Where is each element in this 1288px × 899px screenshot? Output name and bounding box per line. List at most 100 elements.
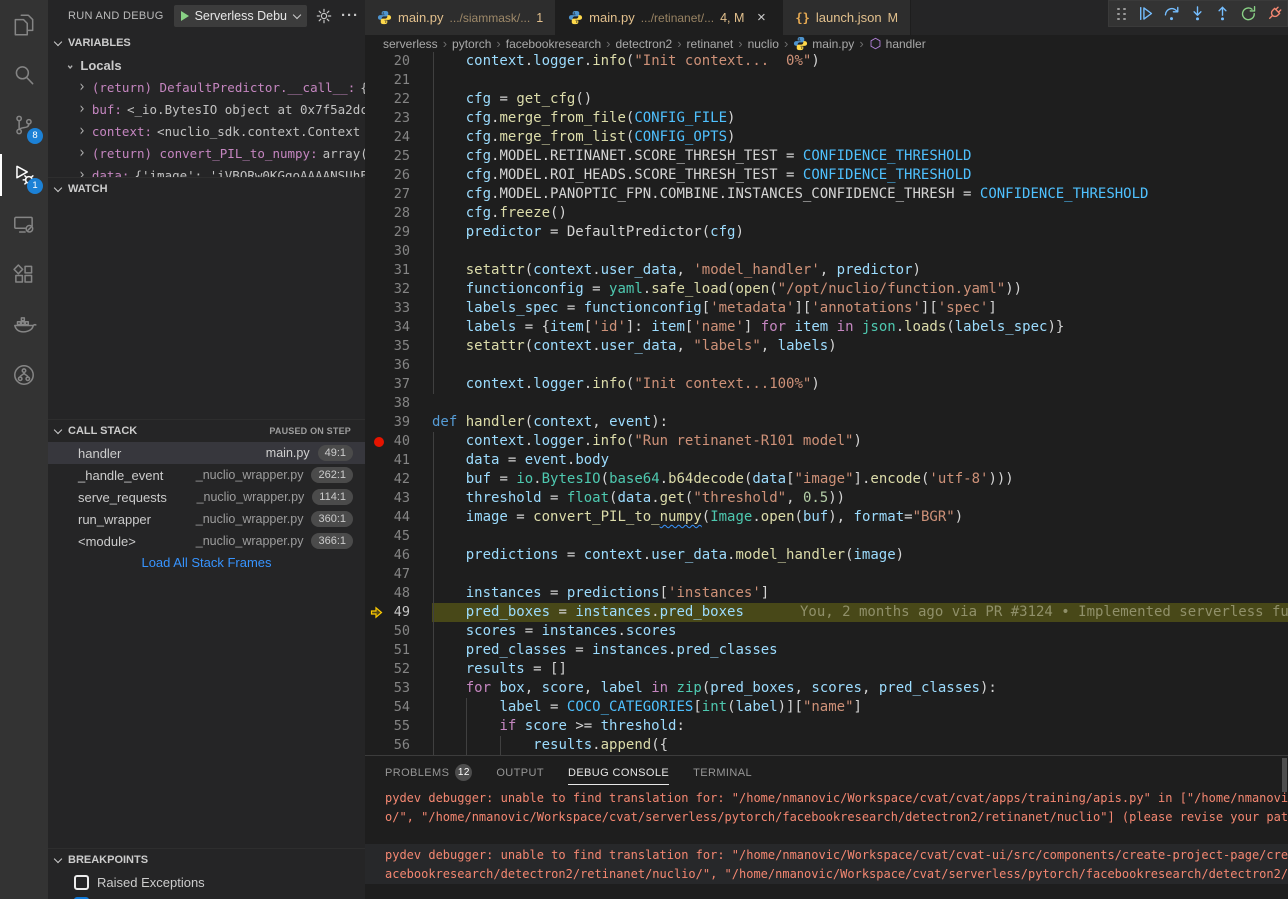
code-line-content[interactable]: predictor = DefaultPredictor(cfg) bbox=[432, 223, 1288, 242]
line-number[interactable]: 33 bbox=[365, 299, 432, 318]
stack-frame-row[interactable]: <module>_nuclio_wrapper.py366:1 bbox=[48, 530, 365, 552]
breakpoint-icon[interactable] bbox=[374, 437, 384, 447]
line-number[interactable]: 42 bbox=[365, 470, 432, 489]
editor-tab-main-py[interactable]: main.py.../retinanet/...4, M× bbox=[556, 0, 783, 35]
line-number[interactable]: 45 bbox=[365, 527, 432, 546]
variable-row[interactable]: ›(return) convert_PIL_to_numpy:array([[[… bbox=[48, 142, 365, 164]
continue-button[interactable] bbox=[1133, 1, 1159, 27]
code-line-content[interactable]: labels_spec = functionconfig['metadata']… bbox=[432, 299, 1288, 318]
code-line-content[interactable]: functionconfig = yaml.safe_load(open("/o… bbox=[432, 280, 1288, 299]
code-line-content[interactable]: setattr(context.user_data, 'model_handle… bbox=[432, 261, 1288, 280]
code-line-content[interactable]: labels = {item['id']: item['name'] for i… bbox=[432, 318, 1288, 337]
line-number[interactable]: 47 bbox=[365, 565, 432, 584]
activity-bar-item-run-and-debug[interactable]: 1 bbox=[0, 150, 48, 200]
breadcrumb-item-retinanet[interactable]: retinanet bbox=[687, 37, 734, 51]
line-number[interactable]: 39 bbox=[365, 413, 432, 432]
code-line-content[interactable]: data = event.body bbox=[432, 451, 1288, 470]
code-line-content[interactable]: pred_classes = instances.pred_classes bbox=[432, 641, 1288, 660]
code-line-content[interactable]: instances = predictions['instances'] bbox=[432, 584, 1288, 603]
code-line-content[interactable]: cfg.MODEL.PANOPTIC_FPN.COMBINE.INSTANCES… bbox=[432, 185, 1288, 204]
code-line-content[interactable]: cfg.freeze() bbox=[432, 204, 1288, 223]
launch-config-dropdown[interactable]: Serverless Debu bbox=[174, 5, 307, 27]
line-number[interactable]: 31 bbox=[365, 261, 432, 280]
line-number[interactable]: 40 bbox=[365, 432, 432, 451]
line-number[interactable]: 53 bbox=[365, 679, 432, 698]
line-number[interactable]: 20 bbox=[365, 52, 432, 71]
line-number[interactable]: 52 bbox=[365, 660, 432, 679]
code-line-content[interactable]: predictions = context.user_data.model_ha… bbox=[432, 546, 1288, 565]
step-out-button[interactable] bbox=[1210, 1, 1236, 27]
step-over-button[interactable] bbox=[1159, 1, 1185, 27]
code-line-content[interactable]: threshold = float(data.get("threshold", … bbox=[432, 489, 1288, 508]
line-number[interactable]: 54 bbox=[365, 698, 432, 717]
close-icon[interactable]: × bbox=[752, 9, 770, 26]
breadcrumb-item-symbol[interactable]: handler bbox=[869, 37, 926, 51]
activity-bar-item-remote-explorer[interactable] bbox=[0, 200, 48, 250]
line-number[interactable]: 44 bbox=[365, 508, 432, 527]
line-number[interactable]: 21 bbox=[365, 71, 432, 90]
variable-row[interactable]: ›context:<nuclio_sdk.context.Context obj… bbox=[48, 120, 365, 142]
code-line-content[interactable] bbox=[432, 356, 1288, 375]
line-number[interactable]: 49 bbox=[365, 603, 432, 622]
disconnect-button[interactable] bbox=[1261, 1, 1287, 27]
editor-tab-launch-json[interactable]: {}launch.jsonM bbox=[783, 0, 911, 35]
line-number[interactable]: 55 bbox=[365, 717, 432, 736]
stack-frame-row[interactable]: _handle_event_nuclio_wrapper.py262:1 bbox=[48, 464, 365, 486]
variables-scope-locals[interactable]: ⌄ Locals bbox=[48, 54, 365, 76]
breadcrumb-item-pytorch[interactable]: pytorch bbox=[452, 37, 491, 51]
step-into-button[interactable] bbox=[1184, 1, 1210, 27]
line-number[interactable]: 28 bbox=[365, 204, 432, 223]
code-line-content[interactable]: cfg.MODEL.RETINANET.SCORE_THRESH_TEST = … bbox=[432, 147, 1288, 166]
line-number[interactable]: 41 bbox=[365, 451, 432, 470]
watch-section-header[interactable]: WATCH bbox=[48, 178, 365, 200]
code-line-content[interactable]: for box, score, label in zip(pred_boxes,… bbox=[432, 679, 1288, 698]
breadcrumb-item-facebookresearch[interactable]: facebookresearch bbox=[506, 37, 601, 51]
line-number[interactable]: 36 bbox=[365, 356, 432, 375]
line-number[interactable]: 34 bbox=[365, 318, 432, 337]
code-line-content[interactable]: pred_boxes = instances.pred_boxesYou, 2 … bbox=[432, 603, 1288, 622]
line-number[interactable]: 46 bbox=[365, 546, 432, 565]
line-number[interactable]: 38 bbox=[365, 394, 432, 413]
line-number[interactable]: 43 bbox=[365, 489, 432, 508]
line-number[interactable]: 51 bbox=[365, 641, 432, 660]
panel-scrollbar[interactable] bbox=[1282, 758, 1287, 792]
line-number[interactable]: 27 bbox=[365, 185, 432, 204]
variables-section-header[interactable]: VARIABLES bbox=[48, 32, 365, 54]
code-line-content[interactable] bbox=[432, 394, 1288, 413]
stack-frame-row[interactable]: run_wrapper_nuclio_wrapper.py360:1 bbox=[48, 508, 365, 530]
code-line-content[interactable]: image = convert_PIL_to_numpy(Image.open(… bbox=[432, 508, 1288, 527]
line-number[interactable]: 35 bbox=[365, 337, 432, 356]
activity-bar-item-explorer[interactable] bbox=[0, 0, 48, 50]
more-actions-icon[interactable]: ··· bbox=[341, 11, 359, 21]
line-number[interactable]: 50 bbox=[365, 622, 432, 641]
breadcrumb-item-file[interactable]: main.py bbox=[793, 36, 854, 51]
code-line-content[interactable]: setattr(context.user_data, "labels", lab… bbox=[432, 337, 1288, 356]
panel-tab-problems[interactable]: PROBLEMS12 bbox=[385, 756, 472, 789]
code-line-content[interactable]: def handler(context, event): bbox=[432, 413, 1288, 432]
breadcrumb-item-serverless[interactable]: serverless bbox=[383, 37, 438, 51]
line-number[interactable]: 25 bbox=[365, 147, 432, 166]
breadcrumb-item-nuclio[interactable]: nuclio bbox=[748, 37, 779, 51]
code-line-content[interactable]: context.logger.info("Init context... 0%"… bbox=[432, 52, 1288, 71]
code-line-content[interactable] bbox=[432, 527, 1288, 546]
line-number[interactable]: 23 bbox=[365, 109, 432, 128]
code-line-content[interactable]: cfg = get_cfg() bbox=[432, 90, 1288, 109]
panel-tab-terminal[interactable]: TERMINAL bbox=[693, 756, 752, 789]
code-line-content[interactable]: if score >= threshold: bbox=[432, 717, 1288, 736]
code-line-content[interactable]: cfg.MODEL.ROI_HEADS.SCORE_THRESH_TEST = … bbox=[432, 166, 1288, 185]
code-line-content[interactable]: context.logger.info("Run retinanet-R101 … bbox=[432, 432, 1288, 451]
breakpoint-checkbox[interactable] bbox=[74, 875, 89, 890]
line-number[interactable]: 22 bbox=[365, 90, 432, 109]
activity-bar-item-search[interactable] bbox=[0, 50, 48, 100]
line-number[interactable]: 26 bbox=[365, 166, 432, 185]
line-number[interactable]: 48 bbox=[365, 584, 432, 603]
panel-tab-output[interactable]: OUTPUT bbox=[496, 756, 544, 789]
drag-handle-icon[interactable] bbox=[1115, 6, 1129, 22]
code-line-content[interactable]: context.logger.info("Init context...100%… bbox=[432, 375, 1288, 394]
code-line-content[interactable] bbox=[432, 242, 1288, 261]
line-number[interactable]: 56 bbox=[365, 736, 432, 755]
breakpoints-section-header[interactable]: BREAKPOINTS bbox=[48, 849, 365, 871]
restart-button[interactable] bbox=[1236, 1, 1262, 27]
activity-bar-item-extensions[interactable] bbox=[0, 250, 48, 300]
code-line-content[interactable]: scores = instances.scores bbox=[432, 622, 1288, 641]
